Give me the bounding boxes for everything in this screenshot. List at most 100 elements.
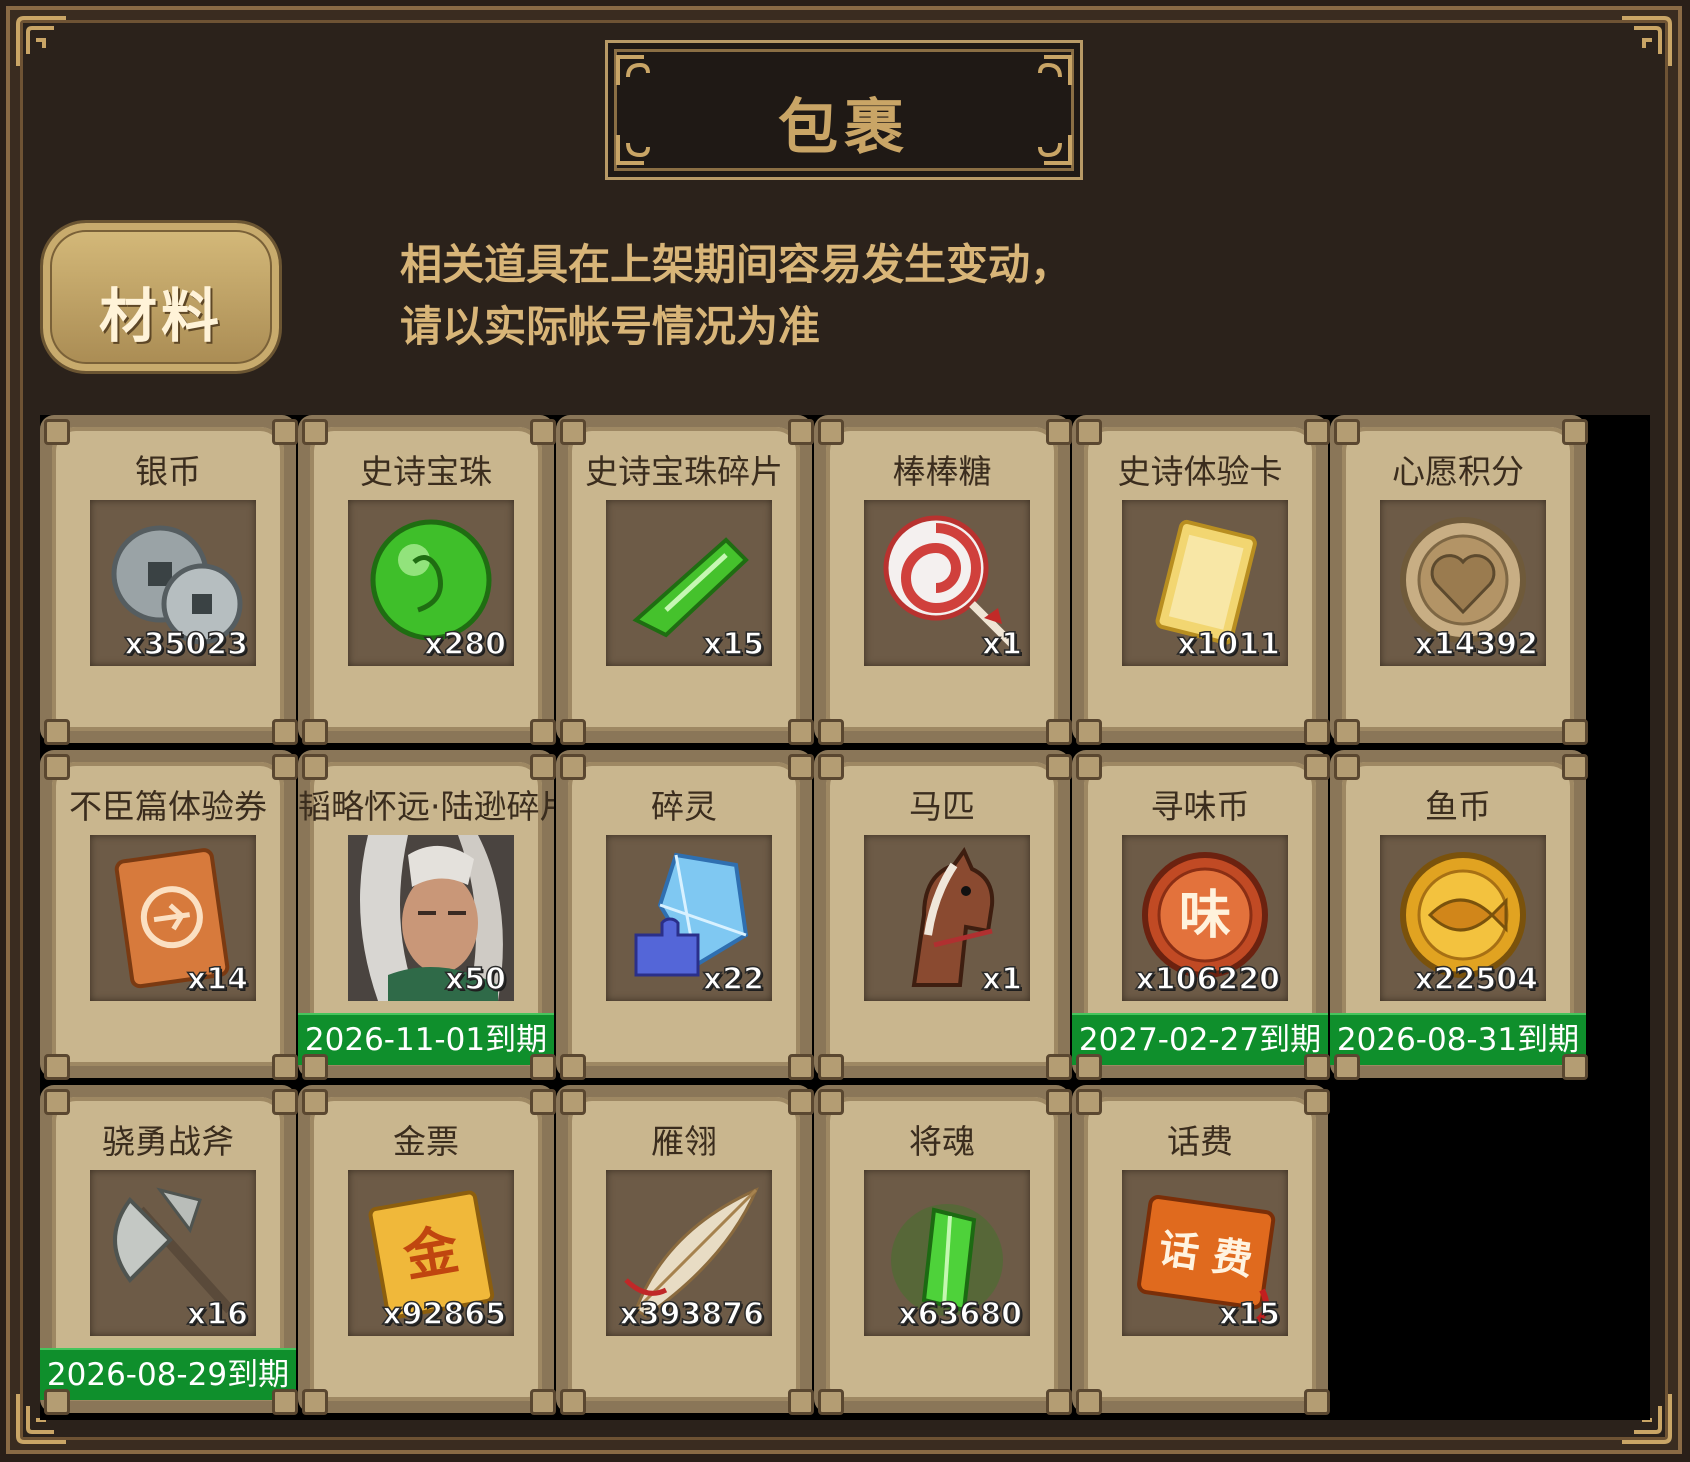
- card-corner-stud: [788, 719, 814, 745]
- card-corner-stud: [1076, 1089, 1102, 1115]
- item-quantity: x15: [702, 626, 765, 663]
- card-corner-stud: [560, 1089, 586, 1115]
- item-card[interactable]: 不臣篇体验券 x14: [40, 750, 298, 1080]
- item-card[interactable]: 碎灵 x22: [556, 750, 814, 1080]
- item-name: 碎灵: [651, 787, 717, 826]
- item-card[interactable]: 银币 x35023: [40, 415, 298, 745]
- card-corner-stud: [302, 719, 328, 745]
- card-corner-stud: [818, 1089, 844, 1115]
- item-name: 将魂: [909, 1122, 975, 1161]
- card-corner-stud: [560, 419, 586, 445]
- card-corner-stud: [1046, 1389, 1072, 1415]
- item-icon-frame: x15: [606, 500, 772, 666]
- card-corner-stud: [1304, 1089, 1330, 1115]
- item-icon-frame: x22: [606, 835, 772, 1001]
- card-corner-stud: [44, 419, 70, 445]
- card-corner-stud: [1076, 1054, 1102, 1080]
- item-icon-frame: x393876: [606, 1170, 772, 1336]
- item-quantity: x14: [186, 961, 249, 998]
- item-name: 史诗体验卡: [1117, 452, 1283, 491]
- item-quantity: x1: [981, 961, 1023, 998]
- card-corner-stud: [788, 1054, 814, 1080]
- card-corner-stud: [44, 1089, 70, 1115]
- card-corner-stud: [1304, 1389, 1330, 1415]
- item-name: 骁勇战斧: [102, 1122, 234, 1161]
- item-icon-frame: x50: [348, 835, 514, 1001]
- item-card[interactable]: 将魂 x63680: [814, 1085, 1072, 1415]
- card-corner-stud: [530, 419, 556, 445]
- item-icon-frame: x22504: [1380, 835, 1546, 1001]
- item-card[interactable]: 话费话 费 x15: [1072, 1085, 1330, 1415]
- item-quantity: x393876: [619, 1296, 765, 1333]
- tab-materials[interactable]: 材料: [40, 220, 282, 374]
- item-card[interactable]: 鱼币 x22504 2026-08-31到期: [1330, 750, 1588, 1080]
- card-corner-stud: [44, 1054, 70, 1080]
- item-quantity: x1: [981, 626, 1023, 663]
- item-name: 史诗宝珠碎片: [585, 452, 783, 491]
- card-corner-stud: [530, 754, 556, 780]
- card-corner-stud: [44, 719, 70, 745]
- item-icon-frame: x63680: [864, 1170, 1030, 1336]
- item-icon-frame: x1: [864, 500, 1030, 666]
- page-title: 包裹: [778, 93, 910, 163]
- card-corner-stud: [302, 419, 328, 445]
- card-corner-stud: [1046, 1089, 1072, 1115]
- item-quantity: x22504: [1414, 961, 1539, 998]
- item-name: 金票: [393, 1122, 459, 1161]
- card-corner-stud: [1304, 719, 1330, 745]
- notice-line-2: 请以实际帐号情况为准: [400, 302, 821, 351]
- item-card[interactable]: 寻味币味 x106220 2027-02-27到期: [1072, 750, 1330, 1080]
- card-corner-stud: [560, 1389, 586, 1415]
- card-corner-stud: [818, 1389, 844, 1415]
- item-card[interactable]: 韬略怀远·陆逊碎片 x50 2026-11-01到期: [298, 750, 556, 1080]
- card-corner-stud: [1304, 1054, 1330, 1080]
- item-name: 史诗宝珠: [360, 452, 492, 491]
- card-corner-stud: [818, 419, 844, 445]
- title-plate: 包裹: [605, 40, 1083, 180]
- item-name: 马匹: [909, 787, 975, 826]
- item-card[interactable]: 史诗体验卡 x1011: [1072, 415, 1330, 745]
- card-corner-stud: [1334, 754, 1360, 780]
- card-corner-stud: [1046, 719, 1072, 745]
- card-corner-stud: [788, 419, 814, 445]
- card-corner-stud: [560, 1054, 586, 1080]
- card-corner-stud: [302, 1389, 328, 1415]
- item-name: 棒棒糖: [892, 452, 992, 491]
- tab-label: 材料: [98, 282, 223, 350]
- item-icon-frame: x1011: [1122, 500, 1288, 666]
- item-quantity: x35023: [124, 626, 249, 663]
- card-corner-stud: [1334, 1054, 1360, 1080]
- item-icon-frame: x35023: [90, 500, 256, 666]
- card-corner-stud: [530, 1089, 556, 1115]
- card-corner-stud: [302, 1054, 328, 1080]
- notice-line-1: 相关道具在上架期间容易发生变动，: [400, 240, 1073, 289]
- item-name: 寻味币: [1150, 787, 1250, 826]
- item-icon-frame: 话 费 x15: [1122, 1170, 1288, 1336]
- card-corner-stud: [788, 754, 814, 780]
- card-corner-stud: [818, 754, 844, 780]
- corner-ornament-icon: [1622, 16, 1672, 66]
- card-corner-stud: [272, 419, 298, 445]
- item-icon-frame: x16: [90, 1170, 256, 1336]
- item-card[interactable]: 金票金 x92865: [298, 1085, 556, 1415]
- item-card[interactable]: 棒棒糖 x1: [814, 415, 1072, 745]
- item-icon-frame: 金 x92865: [348, 1170, 514, 1336]
- item-icon-frame: x14392: [1380, 500, 1546, 666]
- item-card[interactable]: 史诗宝珠碎片 x15: [556, 415, 814, 745]
- card-corner-stud: [1046, 419, 1072, 445]
- item-card[interactable]: 马匹 x1: [814, 750, 1072, 1080]
- item-card[interactable]: 史诗宝珠 x280: [298, 415, 556, 745]
- card-corner-stud: [44, 754, 70, 780]
- card-corner-stud: [818, 719, 844, 745]
- item-card[interactable]: 骁勇战斧 x16 2026-08-29到期: [40, 1085, 298, 1415]
- card-corner-stud: [818, 1054, 844, 1080]
- card-corner-stud: [1076, 754, 1102, 780]
- card-corner-stud: [1046, 1054, 1072, 1080]
- card-corner-stud: [560, 754, 586, 780]
- item-card[interactable]: 心愿积分 x14392: [1330, 415, 1588, 745]
- item-quantity: x14392: [1414, 626, 1539, 663]
- card-corner-stud: [1562, 419, 1588, 445]
- item-name: 韬略怀远·陆逊碎片: [298, 787, 554, 826]
- card-corner-stud: [1076, 419, 1102, 445]
- item-card[interactable]: 雁翎 x393876: [556, 1085, 814, 1415]
